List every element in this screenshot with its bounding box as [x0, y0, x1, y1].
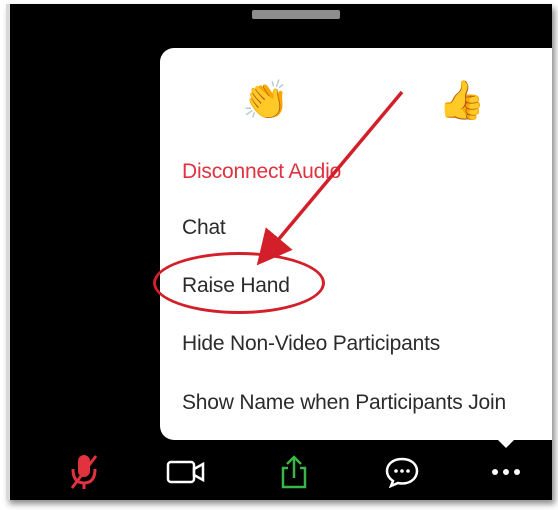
reactions-row: 👏 👍: [160, 76, 552, 136]
chat-bubble-icon: [385, 457, 419, 488]
share-button[interactable]: [272, 452, 316, 492]
video-button[interactable]: [164, 452, 208, 492]
clapping-hands-icon[interactable]: 👏: [242, 76, 289, 126]
video-camera-icon: [166, 460, 205, 484]
menu-item-hide-non-video-participants[interactable]: Hide Non-Video Participants: [182, 332, 440, 356]
share-screen-icon: [281, 455, 307, 489]
thumbs-up-icon[interactable]: 👍: [438, 76, 485, 126]
meeting-toolbar: [10, 440, 552, 500]
mute-button[interactable]: [62, 452, 106, 492]
chat-button[interactable]: [380, 452, 424, 492]
menu-item-show-name-when-participants-join[interactable]: Show Name when Participants Join: [182, 391, 506, 415]
raise-hand-highlight-circle: [153, 252, 325, 314]
muted-microphone-icon: [70, 455, 98, 489]
meeting-window: 👏 👍 Disconnect Audio Chat Raise Hand Hid…: [6, 4, 552, 500]
menu-item-disconnect-audio[interactable]: Disconnect Audio: [182, 160, 341, 184]
menu-item-chat[interactable]: Chat: [182, 216, 226, 240]
more-options-menu: 👏 👍 Disconnect Audio Chat Raise Hand Hid…: [160, 48, 552, 440]
more-options-icon: [492, 469, 520, 475]
drag-handle[interactable]: [252, 10, 340, 19]
more-button[interactable]: [484, 452, 528, 492]
